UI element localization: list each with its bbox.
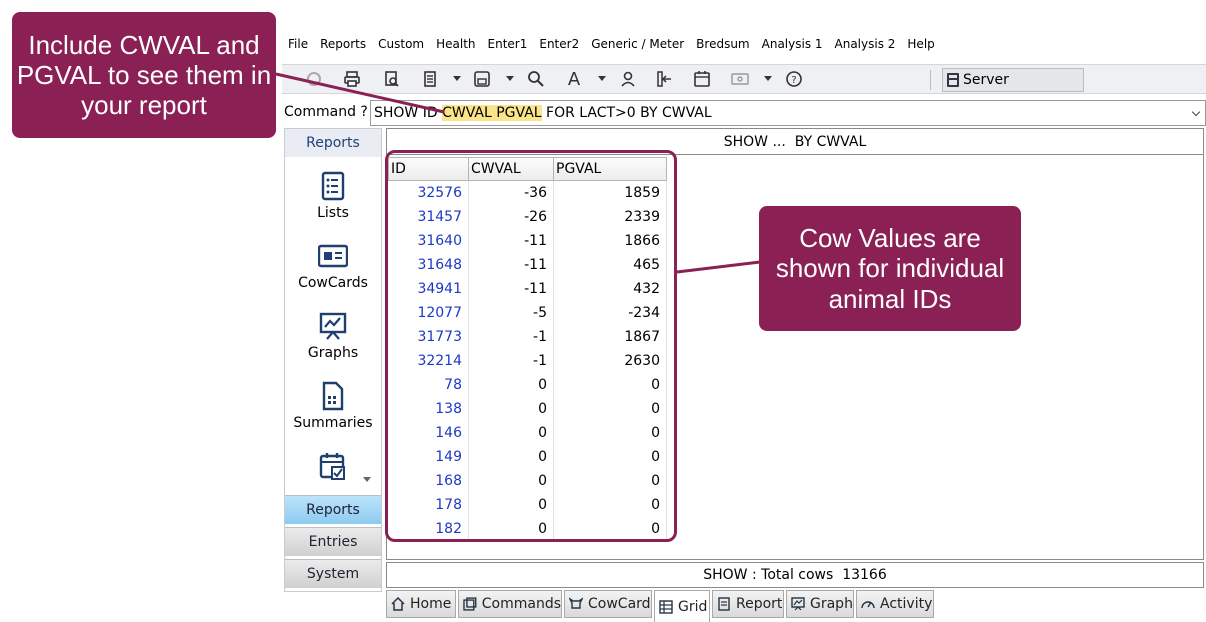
cow-values-callout: Cow Values are shown for individual anim…	[759, 206, 1021, 331]
tab-label: Commands	[481, 596, 561, 612]
tab-grid[interactable]: Grid	[654, 590, 710, 622]
activity-icon	[861, 601, 875, 609]
graph-icon	[791, 597, 805, 611]
cow-icon	[569, 597, 583, 609]
include-fields-callout: Include CWVAL and PGVAL to see them in y…	[12, 12, 276, 138]
tab-label: Activity	[880, 596, 933, 612]
grid-icon	[659, 599, 673, 614]
tab-activity[interactable]: Activity	[856, 590, 934, 618]
home-icon	[391, 597, 405, 611]
tab-label: Grid	[678, 598, 708, 615]
tab-graph[interactable]: Graph	[786, 590, 854, 618]
commands-icon	[463, 597, 477, 611]
report-icon	[718, 597, 730, 611]
tab-label: CowCard	[588, 596, 651, 612]
tab-label: Graph	[810, 596, 853, 612]
bottom-tabs: Home Commands CowCard Grid Report Graph …	[386, 590, 1204, 622]
tab-commands[interactable]: Commands	[458, 590, 562, 618]
tab-report[interactable]: Report	[712, 590, 784, 618]
tab-cowcard[interactable]: CowCard	[564, 590, 652, 618]
tab-label: Report	[736, 596, 783, 612]
grid-highlight-frame	[385, 150, 677, 542]
tab-label: Home	[410, 596, 452, 612]
tab-home[interactable]: Home	[386, 590, 456, 618]
